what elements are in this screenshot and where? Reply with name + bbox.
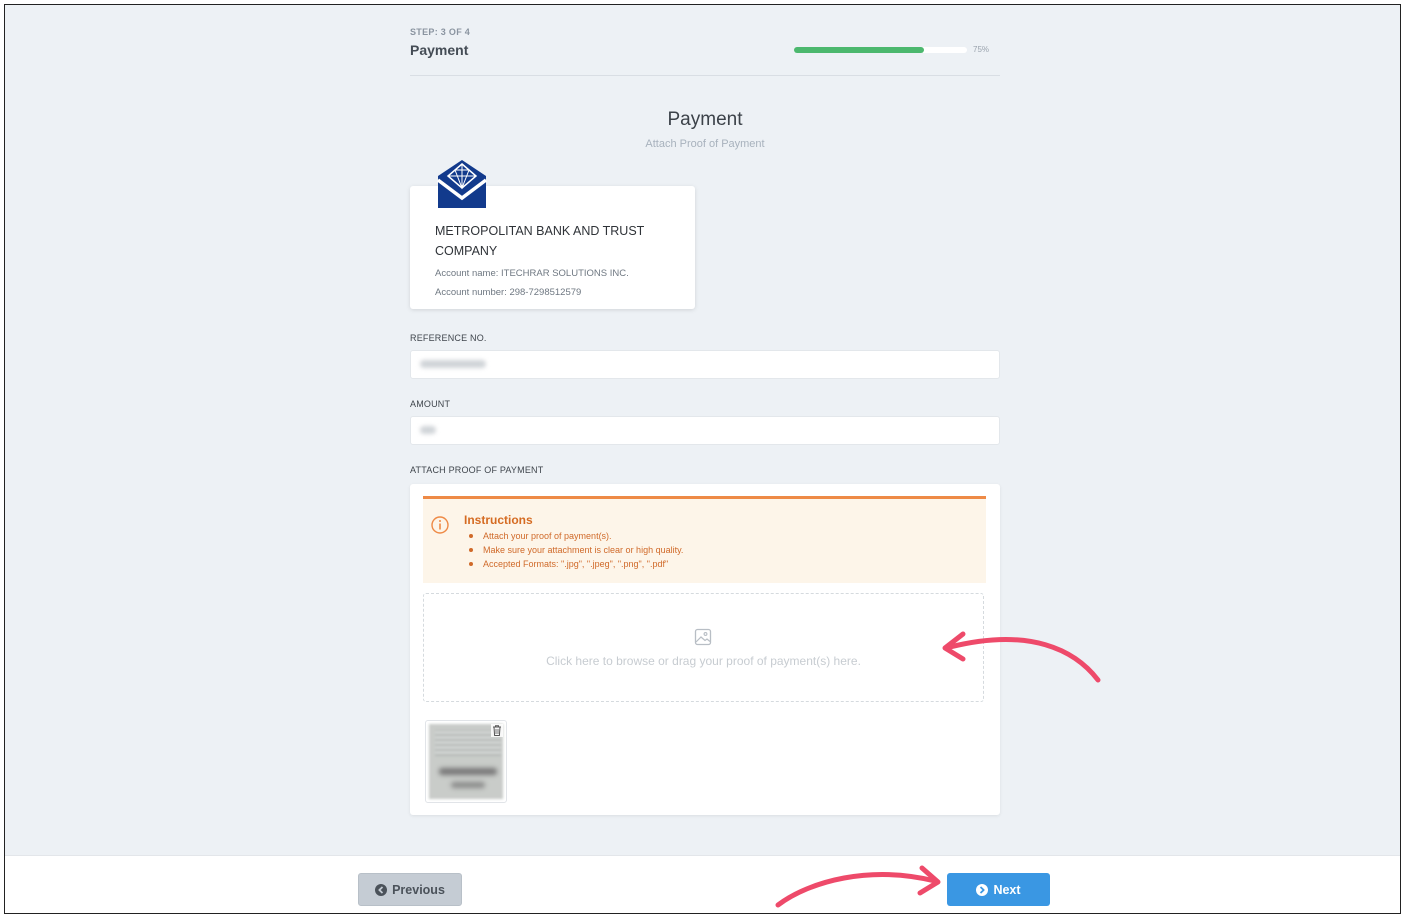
instruction-item: Attach your proof of payment(s).: [469, 529, 683, 543]
attach-label: ATTACH PROOF OF PAYMENT: [410, 465, 544, 475]
bank-card: METROPOLITAN BANK AND TRUST COMPANY Acco…: [410, 160, 695, 309]
instruction-item: Accepted Formats: ".jpg", ".jpeg", ".png…: [469, 557, 683, 571]
amount-label: AMOUNT: [410, 399, 451, 409]
step-title: Payment: [410, 42, 469, 58]
previous-button[interactable]: Previous: [358, 873, 462, 906]
app-frame: STEP: 3 OF 4 Payment 75% Payment Attach …: [4, 4, 1401, 914]
step-header: STEP: 3 OF 4 Payment 75%: [410, 27, 1000, 76]
arrow-right-circle-icon: [976, 883, 989, 896]
next-button-label: Next: [993, 882, 1021, 897]
account-name: Account name: ITECHRAR SOLUTIONS INC.: [435, 268, 629, 279]
reference-label: REFERENCE NO.: [410, 333, 487, 343]
bank-logo-icon: [436, 160, 488, 208]
instructions-title: Instructions: [464, 513, 533, 527]
step-indicator: STEP: 3 OF 4: [410, 27, 471, 37]
next-button[interactable]: Next: [947, 873, 1050, 906]
image-icon: [694, 628, 712, 646]
dropzone-text: Click here to browse or drag your proof …: [546, 654, 861, 668]
instruction-item: Make sure your attachment is clear or hi…: [469, 543, 683, 557]
previous-button-label: Previous: [392, 882, 445, 897]
reference-input[interactable]: [410, 350, 1000, 379]
instructions-list: Attach your proof of payment(s). Make su…: [469, 529, 683, 571]
instructions-panel: Instructions Attach your proof of paymen…: [423, 496, 986, 583]
thumb-text2: [451, 782, 485, 788]
amount-value-redacted: [420, 426, 436, 434]
amount-input[interactable]: [410, 416, 1000, 445]
page-title: Payment: [667, 109, 743, 130]
info-icon: [431, 516, 449, 534]
progress-bar-fill: [794, 47, 924, 53]
reference-value-redacted: [420, 360, 486, 368]
account-number: Account number: 298-7298512579: [435, 287, 582, 298]
attach-section: Instructions Attach your proof of paymen…: [410, 484, 1000, 815]
attachment-thumbnail[interactable]: [425, 720, 507, 803]
footer-bar: Previous Next: [5, 855, 1400, 913]
progress-percent: 75%: [973, 45, 990, 54]
arrow-left-circle-icon: [375, 883, 388, 896]
bank-name: METROPOLITAN BANK AND TRUST COMPANY: [435, 224, 645, 258]
trash-icon[interactable]: [491, 724, 503, 737]
file-dropzone[interactable]: Click here to browse or drag your proof …: [423, 593, 984, 702]
progress-bar: [794, 47, 967, 53]
page-subtitle: Attach Proof of Payment: [645, 138, 765, 150]
thumb-text1: [439, 768, 497, 775]
